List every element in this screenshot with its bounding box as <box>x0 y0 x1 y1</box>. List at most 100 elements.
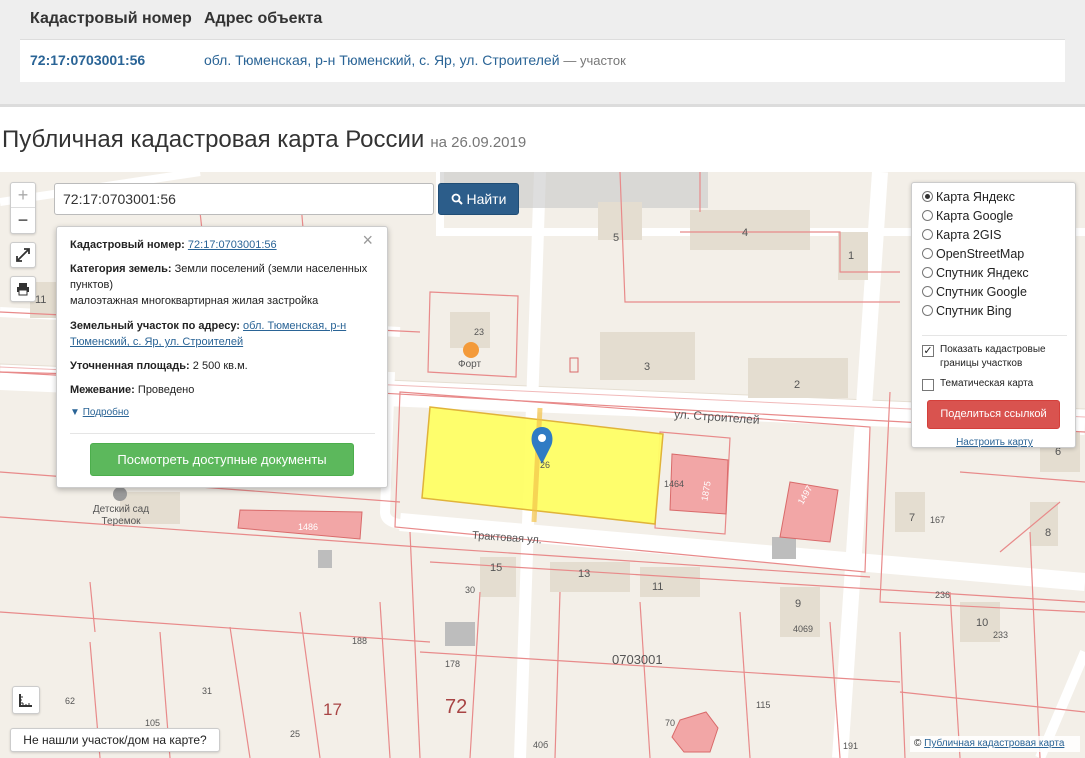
page-date: на 26.09.2019 <box>430 134 527 151</box>
house-number: 188 <box>352 636 368 646</box>
zoom-out-button[interactable]: − <box>11 208 35 233</box>
house-number: 10 <box>976 617 989 629</box>
layer-option-2gis-map[interactable]: Карта 2GIS <box>922 226 1001 245</box>
thematic-map-label: Тематическая карта <box>940 378 1034 389</box>
search-icon <box>451 193 463 205</box>
attribution-link[interactable]: Публичная кадастровая карта <box>924 738 1064 749</box>
info-usage-value: малоэтажная многоквартирная жилая застро… <box>70 295 319 307</box>
fullscreen-button[interactable] <box>10 242 36 268</box>
house-number: 8 <box>1045 527 1052 539</box>
address-link[interactable]: обл. Тюменская, р-н Тюменский, с. Яр, ул… <box>204 52 560 68</box>
house-number: 30 <box>465 585 476 595</box>
parcel-info-card: × Кадастровый номер: 72:17:0703001:56 Ка… <box>56 226 388 488</box>
poi-label-kindergarten: Детский сад Теремок <box>92 504 150 527</box>
caret-down-icon: ▼ <box>70 407 80 418</box>
cadastral-search-input[interactable] <box>54 183 434 215</box>
house-number: 1 <box>848 250 855 262</box>
layer-option-yandex-satellite[interactable]: Спутник Яндекс <box>922 264 1029 283</box>
divider <box>70 433 375 434</box>
print-button[interactable] <box>10 276 36 302</box>
info-cadastral-label: Кадастровый номер: <box>70 239 185 251</box>
attribution: © Публичная кадастровая карта <box>910 736 1080 752</box>
copyright-symbol: © <box>914 738 922 749</box>
region-label: 72 <box>445 696 468 718</box>
layer-option-osm[interactable]: OpenStreetMap <box>922 245 1024 264</box>
house-number: 233 <box>993 630 1009 640</box>
house-number: 26 <box>540 460 551 470</box>
radio-icon[interactable] <box>922 191 933 202</box>
info-survey: Межевание: Проведено <box>70 382 370 398</box>
header-cadastral-number: Кадастровый номер <box>30 10 192 27</box>
ruler-icon <box>19 694 32 707</box>
radio-icon[interactable] <box>922 267 933 278</box>
layer-label: Карта 2GIS <box>936 228 1002 242</box>
configure-map-link[interactable]: Настроить карту <box>912 437 1077 448</box>
house-number: 23 <box>474 327 485 337</box>
house-number: 11 <box>35 294 47 306</box>
cadastral-number-link[interactable]: 72:17:0703001:56 <box>30 52 145 68</box>
map-view[interactable]: ул. Строителей Трактовая ул. Форт Детски… <box>0 172 1085 758</box>
radio-icon[interactable] <box>922 229 933 240</box>
house-number: 3 <box>644 361 651 373</box>
layer-option-bing-satellite[interactable]: Спутник Bing <box>922 302 1012 321</box>
house-number: 115 <box>756 700 771 710</box>
layer-option-google-satellite[interactable]: Спутник Google <box>922 283 1027 302</box>
search-button[interactable]: Найти <box>438 183 519 215</box>
info-category: Категория земель: Земли поселений (земли… <box>70 261 370 309</box>
checkbox-icon[interactable] <box>922 379 934 391</box>
page-title: Публичная кадастровая карта России на 26.… <box>2 126 526 154</box>
address-suffix: — участок <box>563 53 626 68</box>
house-number: 178 <box>445 659 461 669</box>
share-link-button[interactable]: Поделиться ссылкой <box>927 400 1060 429</box>
house-number: 15 <box>490 562 503 574</box>
details-toggle[interactable]: ▼ Подробно <box>70 407 129 418</box>
table-row[interactable]: 72:17:0703001:56 обл. Тюменская, р-н Тюм… <box>20 40 1065 82</box>
layer-option-yandex-map[interactable]: Карта Яндекс <box>922 188 1015 207</box>
show-boundaries-checkbox[interactable]: ✓ Показать кадастровые границы участков <box>922 343 1070 371</box>
info-survey-label: Межевание: <box>70 384 135 396</box>
info-survey-value: Проведено <box>137 384 195 396</box>
house-number: 9 <box>795 598 802 610</box>
search-button-label: Найти <box>466 191 507 207</box>
house-number: 25 <box>290 729 301 739</box>
layer-label: OpenStreetMap <box>936 247 1025 261</box>
ruler-button[interactable] <box>12 686 40 714</box>
house-number: 7 <box>909 512 916 524</box>
zoom-control: + − <box>10 182 36 234</box>
radio-icon[interactable] <box>922 286 933 297</box>
house-number: 105 <box>145 718 161 728</box>
poi-label-fort: Форт <box>458 359 482 370</box>
show-boundaries-label: Показать кадастровые границы участков <box>940 344 1046 369</box>
house-number: 70 <box>665 718 676 728</box>
house-number: 31 <box>202 686 213 696</box>
page-title-text: Публичная кадастровая карта России <box>2 126 425 153</box>
results-panel: Кадастровый номер Адрес объекта 72:17:07… <box>0 0 1085 104</box>
not-found-button[interactable]: Не нашли участок/дом на карте? <box>10 728 220 752</box>
house-number: 62 <box>65 696 76 706</box>
quarter-label: 0703001 <box>612 652 663 667</box>
district-label: 17 <box>323 700 342 719</box>
checkbox-checked-icon[interactable]: ✓ <box>922 345 934 357</box>
house-number: 4069 <box>793 624 814 634</box>
printer-icon <box>17 283 29 296</box>
results-table: Кадастровый номер Адрес объекта 72:17:07… <box>20 0 1065 82</box>
layer-label: Карта Google <box>936 209 1014 223</box>
info-category-label: Категория земель: <box>70 263 172 275</box>
house-number: 40б <box>533 740 549 750</box>
thematic-map-checkbox[interactable]: Тематическая карта <box>922 377 1070 391</box>
view-documents-button[interactable]: Посмотреть доступные документы <box>90 443 354 476</box>
layer-label: Спутник Google <box>936 285 1027 299</box>
radio-icon[interactable] <box>922 210 933 221</box>
radio-icon[interactable] <box>922 248 933 259</box>
layers-panel: Карта Яндекс Карта Google Карта 2GIS Ope… <box>911 182 1076 448</box>
info-cadastral-number: Кадастровый номер: 72:17:0703001:56 <box>70 237 370 253</box>
radio-icon[interactable] <box>922 305 933 316</box>
layer-option-google-map[interactable]: Карта Google <box>922 207 1013 226</box>
zoom-in-button[interactable]: + <box>11 183 35 208</box>
house-number: 167 <box>930 515 946 525</box>
house-number: 4 <box>742 227 749 239</box>
layer-label: Спутник Bing <box>936 304 1012 318</box>
info-cadastral-link[interactable]: 72:17:0703001:56 <box>188 239 277 251</box>
divider <box>0 104 1085 107</box>
house-number: 1464 <box>664 479 685 489</box>
